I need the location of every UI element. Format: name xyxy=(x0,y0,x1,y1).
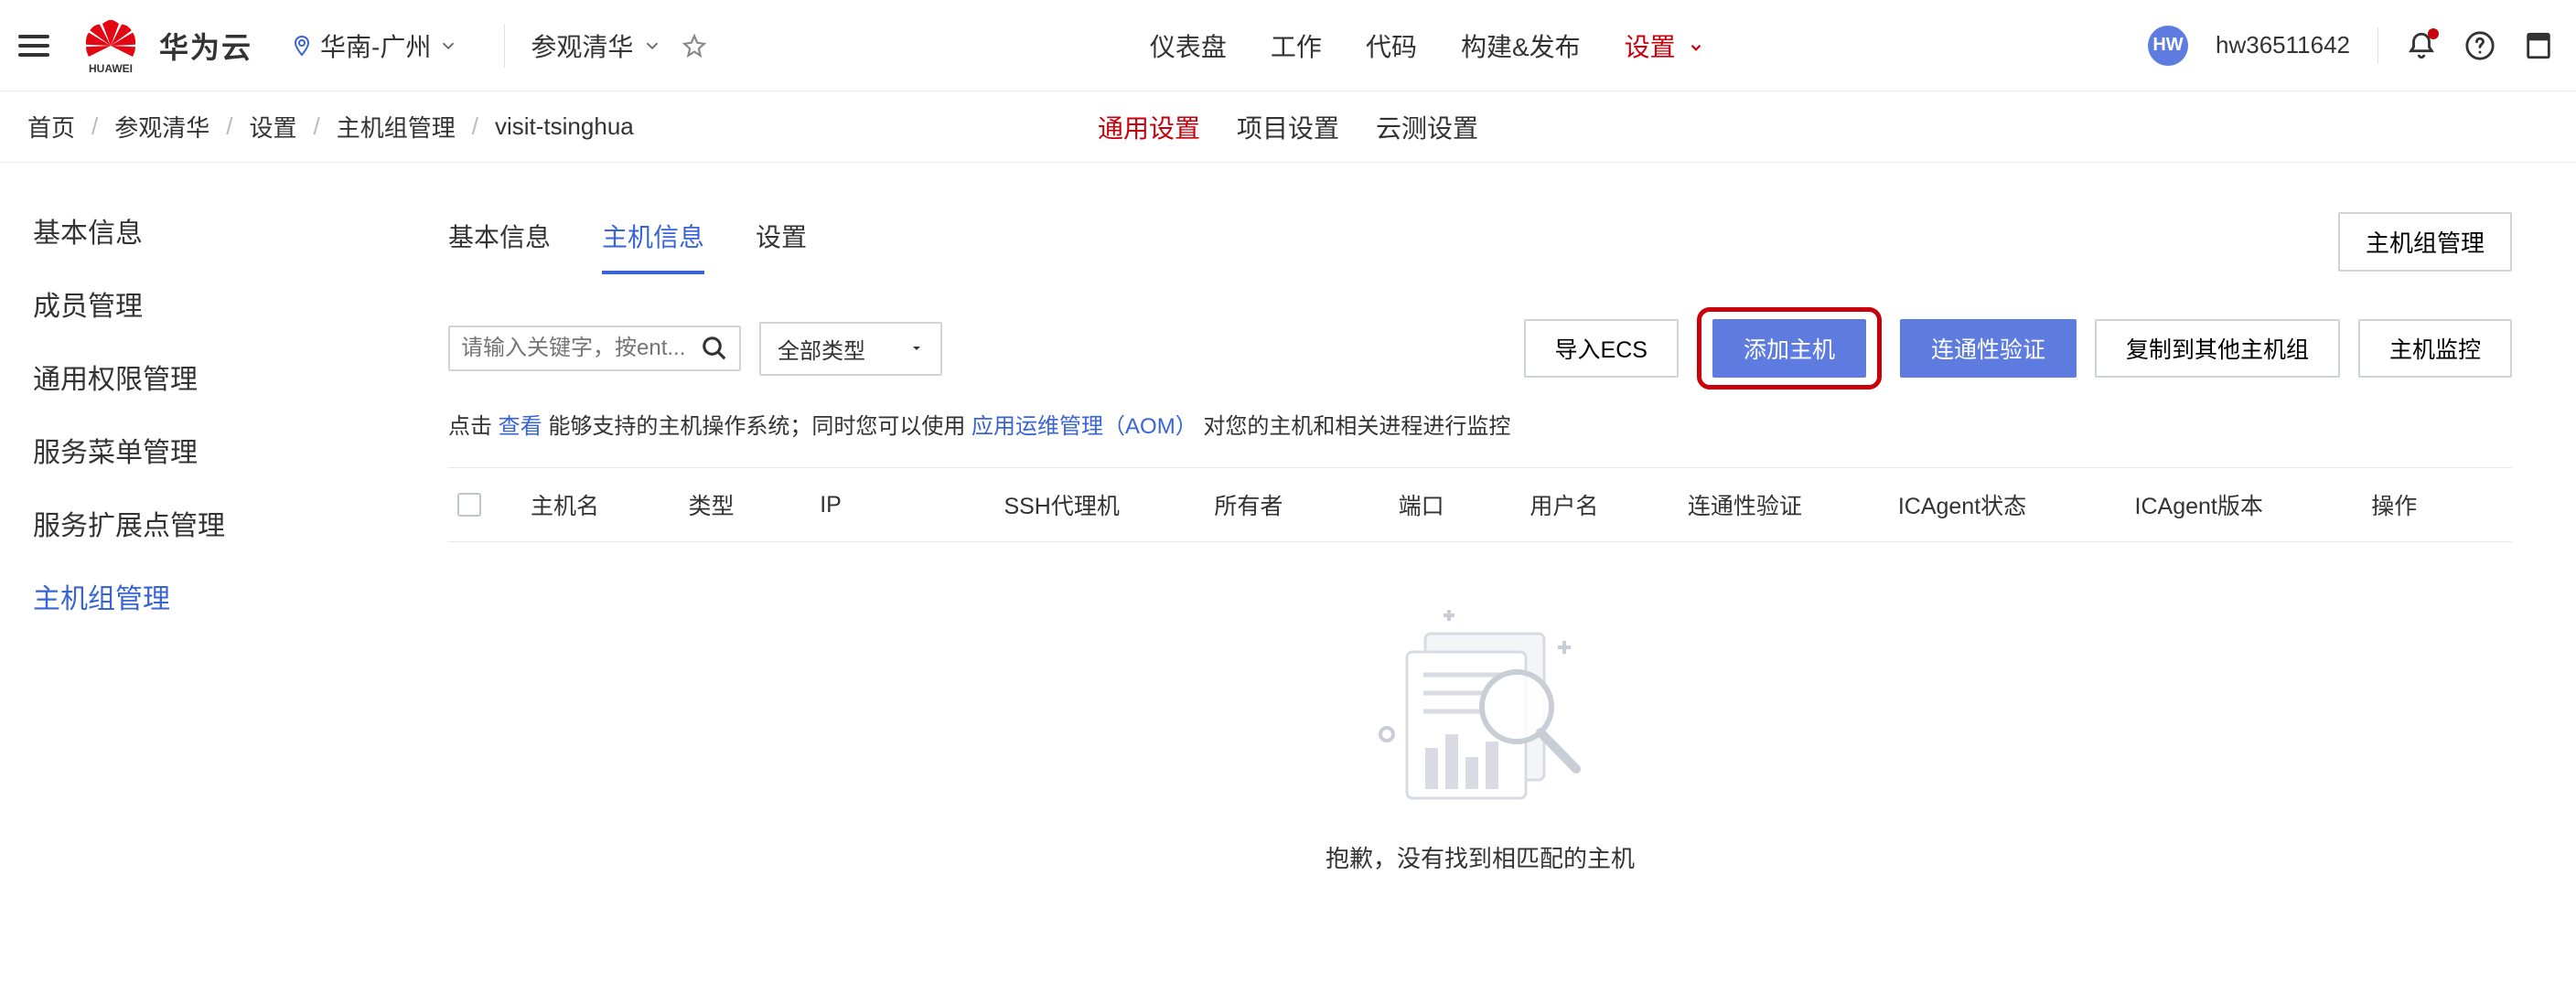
hint-link-aom[interactable]: 应用运维管理（AOM） xyxy=(971,414,1197,439)
caret-down-icon xyxy=(909,341,924,356)
col-ssh: SSH代理机 xyxy=(1004,488,1214,521)
sidebar-item-hostgroup[interactable]: 主机组管理 xyxy=(33,560,384,633)
top-nav: 仪表盘 工作 代码 构建&发布 设置 xyxy=(706,0,2148,91)
resource-icon[interactable] xyxy=(2523,30,2554,61)
subnav-general[interactable]: 通用设置 xyxy=(1098,109,1200,145)
chevron-down-icon xyxy=(1688,39,1704,56)
search-icon xyxy=(701,335,728,362)
host-table: 主机名 类型 IP SSH代理机 所有者 端口 用户名 连通性验证 ICAgen… xyxy=(448,467,2512,542)
crumb-current[interactable]: visit-tsinghua xyxy=(495,112,634,141)
avatar[interactable]: HW xyxy=(2148,26,2188,66)
select-all-checkbox[interactable] xyxy=(457,493,481,517)
project-selector[interactable]: 参观清华 xyxy=(531,27,662,64)
add-host-button[interactable]: 添加主机 xyxy=(1712,319,1866,378)
type-filter-label: 全部类型 xyxy=(778,333,865,365)
region-label: 华南-广州 xyxy=(320,27,431,64)
col-action: 操作 xyxy=(2371,488,2503,521)
search-box[interactable] xyxy=(448,326,741,371)
crumb-home[interactable]: 首页 xyxy=(27,110,75,144)
connect-verify-button[interactable]: 连通性验证 xyxy=(1900,319,2077,378)
col-username: 用户名 xyxy=(1530,488,1687,521)
tab-hostinfo[interactable]: 主机信息 xyxy=(602,208,704,274)
sidebar: 基本信息 成员管理 通用权限管理 服务菜单管理 服务扩展点管理 主机组管理 xyxy=(0,163,384,982)
region-selector[interactable]: 华南-广州 xyxy=(280,22,469,69)
col-type: 类型 xyxy=(688,488,820,521)
divider xyxy=(2377,27,2378,64)
tab-settings[interactable]: 设置 xyxy=(756,208,807,274)
search-input[interactable] xyxy=(461,336,701,361)
col-icagent-version: ICAgent版本 xyxy=(2135,488,2372,521)
nav-code[interactable]: 代码 xyxy=(1366,0,1417,93)
subnav-project[interactable]: 项目设置 xyxy=(1237,109,1339,145)
nav-work[interactable]: 工作 xyxy=(1271,0,1322,93)
sidebar-item-basic[interactable]: 基本信息 xyxy=(33,194,384,267)
empty-state: 抱歉，没有找到相匹配的主机 xyxy=(448,542,2512,874)
crumb-hostgroup[interactable]: 主机组管理 xyxy=(337,110,456,144)
col-hostname: 主机名 xyxy=(531,488,688,521)
copy-to-group-button[interactable]: 复制到其他主机组 xyxy=(2095,319,2340,378)
divider xyxy=(504,24,505,68)
huawei-logo: HUAWEI xyxy=(80,18,141,73)
svg-text:HUAWEI: HUAWEI xyxy=(89,61,133,72)
col-owner: 所有者 xyxy=(1214,488,1398,521)
tab-basic[interactable]: 基本信息 xyxy=(448,208,551,274)
crumb-settings[interactable]: 设置 xyxy=(250,110,297,144)
menu-toggle-icon[interactable] xyxy=(18,27,55,64)
sidebar-item-perms[interactable]: 通用权限管理 xyxy=(33,340,384,413)
sub-nav: 通用设置 项目设置 云测设置 xyxy=(1098,109,1478,145)
hostgroup-manage-button[interactable]: 主机组管理 xyxy=(2338,212,2512,272)
col-connect: 连通性验证 xyxy=(1688,488,1898,521)
crumb-project[interactable]: 参观清华 xyxy=(114,110,209,144)
hint-text: 点击 查看 能够支持的主机操作系统；同时您可以使用 应用运维管理（AOM） 对您… xyxy=(448,408,2512,440)
sidebar-item-service-menu[interactable]: 服务菜单管理 xyxy=(33,413,384,486)
sidebar-item-service-ext[interactable]: 服务扩展点管理 xyxy=(33,486,384,560)
empty-text: 抱歉，没有找到相匹配的主机 xyxy=(1326,840,1635,874)
chevron-down-icon xyxy=(642,36,662,56)
subnav-cloudtest[interactable]: 云测设置 xyxy=(1376,109,1478,145)
location-pin-icon xyxy=(291,35,313,57)
col-port: 端口 xyxy=(1399,488,1530,521)
brand-name: 华为云 xyxy=(159,25,252,67)
import-ecs-button[interactable]: 导入ECS xyxy=(1524,319,1679,378)
sidebar-item-members[interactable]: 成员管理 xyxy=(33,267,384,340)
type-filter[interactable]: 全部类型 xyxy=(759,322,942,376)
nav-build[interactable]: 构建&发布 xyxy=(1461,0,1581,93)
empty-illustration-icon xyxy=(1343,597,1617,807)
col-icagent-status: ICAgent状态 xyxy=(1898,488,2135,521)
col-ip: IP xyxy=(820,492,1004,518)
nav-settings[interactable]: 设置 xyxy=(1625,0,1705,93)
star-icon[interactable] xyxy=(682,34,706,58)
detail-tabs: 基本信息 主机信息 设置 xyxy=(448,208,807,274)
chevron-down-icon xyxy=(438,36,458,56)
table-header-row: 主机名 类型 IP SSH代理机 所有者 端口 用户名 连通性验证 ICAgen… xyxy=(448,468,2512,541)
notification-dot xyxy=(2428,28,2439,39)
nav-settings-label: 设置 xyxy=(1625,33,1676,61)
add-host-highlight: 添加主机 xyxy=(1697,307,1882,390)
help-icon[interactable] xyxy=(2464,30,2496,61)
username: hw36511642 xyxy=(2216,31,2350,59)
hint-link-view[interactable]: 查看 xyxy=(499,414,542,439)
nav-dashboard[interactable]: 仪表盘 xyxy=(1150,0,1227,93)
project-label: 参观清华 xyxy=(531,27,633,64)
host-monitor-button[interactable]: 主机监控 xyxy=(2358,319,2512,378)
notification-icon[interactable] xyxy=(2406,30,2437,61)
breadcrumb: 首页/ 参观清华/ 设置/ 主机组管理/ visit-tsinghua xyxy=(27,110,634,144)
